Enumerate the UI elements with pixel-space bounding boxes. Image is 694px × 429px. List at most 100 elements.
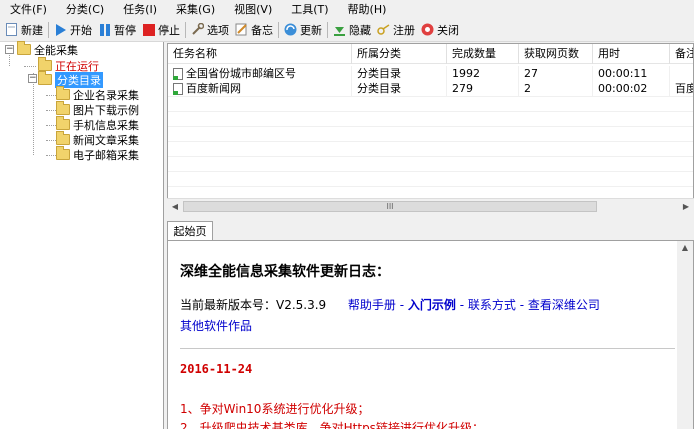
tree-node-root[interactable]: 全能采集 xyxy=(17,41,78,57)
other-software-link[interactable]: 其他软件作品 xyxy=(180,317,252,334)
scroll-thumb[interactable]: III xyxy=(183,201,597,212)
menu-view[interactable]: 视图(V) xyxy=(224,1,281,17)
tree-line xyxy=(46,95,56,96)
row-divider xyxy=(168,141,693,142)
column-header-pages[interactable]: 获取网页数 xyxy=(519,44,593,64)
notes-cell xyxy=(670,66,693,81)
scroll-right-arrow-icon[interactable]: ▶ xyxy=(678,199,694,215)
update-label: 更新 xyxy=(300,23,322,37)
toolbar-separator xyxy=(327,21,328,38)
start-button[interactable]: 开始 xyxy=(51,20,95,40)
column-header-category[interactable]: 所属分类 xyxy=(352,44,447,64)
tree-item-label: 图片下载示例 xyxy=(73,103,139,117)
divider xyxy=(180,348,675,349)
row-divider xyxy=(168,186,693,187)
stop-button[interactable]: 停止 xyxy=(139,20,183,40)
folder-icon xyxy=(56,146,70,160)
hide-label: 隐藏 xyxy=(349,23,371,37)
new-button[interactable]: 新建 xyxy=(2,20,46,40)
link-separator: - xyxy=(519,298,525,312)
task-name-cell: 百度新闻网 xyxy=(168,81,352,96)
row-divider xyxy=(168,111,693,112)
tree-item-enterprise[interactable]: 企业名录采集 xyxy=(56,86,139,102)
completed-cell: 279 xyxy=(447,81,519,96)
table-horizontal-scrollbar[interactable]: ◀ III ▶ xyxy=(167,198,694,214)
row-divider xyxy=(168,171,693,172)
menu-collect[interactable]: 采集(G) xyxy=(166,1,224,17)
tree-line xyxy=(46,110,56,111)
version-line: 当前最新版本号：V2.5.3.9 帮助手册 - 入门示例 - 联系方式 - 查看… xyxy=(180,296,600,313)
toolbar-separator xyxy=(185,21,186,38)
table-row[interactable]: 全国省份城市邮编区号 分类目录 1992 27 00:00:11 xyxy=(168,66,693,81)
update-button[interactable]: 更新 xyxy=(281,20,325,40)
task-name-cell: 全国省份城市邮编区号 xyxy=(168,66,352,81)
table-row[interactable]: 百度新闻网 分类目录 279 2 00:00:02 百度 xyxy=(168,81,693,96)
task-icon xyxy=(173,82,183,95)
pause-icon xyxy=(98,23,111,36)
scroll-left-arrow-icon[interactable]: ◀ xyxy=(167,199,183,215)
category-cell: 分类目录 xyxy=(352,66,447,81)
tree-item-label: 电子邮箱采集 xyxy=(73,148,139,162)
completed-cell: 1992 xyxy=(447,66,519,81)
panel-vertical-scrollbar[interactable]: ▲ xyxy=(677,241,693,429)
pause-button[interactable]: 暂停 xyxy=(95,20,139,40)
hide-button[interactable]: 隐藏 xyxy=(330,20,374,40)
getting-started-link[interactable]: 入门示例 xyxy=(408,298,456,312)
tree-item-mobile-info[interactable]: 手机信息采集 xyxy=(56,116,139,132)
tree-root-label: 全能采集 xyxy=(34,43,78,57)
scroll-up-arrow-icon[interactable]: ▲ xyxy=(677,243,693,252)
menu-file[interactable]: 文件(F) xyxy=(0,1,56,17)
collapse-category-toggle[interactable]: − xyxy=(28,74,37,83)
close-icon xyxy=(421,23,434,36)
memo-icon xyxy=(235,23,248,36)
tree-item-label: 手机信息采集 xyxy=(73,118,139,132)
row-divider xyxy=(168,156,693,157)
company-link[interactable]: 查看深维公司 xyxy=(528,298,600,312)
options-label: 选项 xyxy=(207,23,229,37)
notes-cell: 百度 xyxy=(670,81,693,96)
wrench-icon xyxy=(191,23,204,36)
collapse-root-toggle[interactable]: − xyxy=(5,45,14,54)
close-button[interactable]: 关闭 xyxy=(418,20,462,40)
column-header-task-name[interactable]: 任务名称 xyxy=(168,44,352,64)
pages-cell: 27 xyxy=(519,66,593,81)
column-header-time[interactable]: 用时 xyxy=(593,44,670,64)
tab-start-page[interactable]: 起始页 xyxy=(167,221,213,241)
register-button[interactable]: 注册 xyxy=(374,20,418,40)
toolbar-separator xyxy=(278,21,279,38)
tree-line xyxy=(46,155,56,156)
folder-icon xyxy=(38,71,52,85)
tree-item-image-download[interactable]: 图片下载示例 xyxy=(56,101,139,117)
link-separator: - xyxy=(399,298,405,312)
stop-icon xyxy=(142,23,155,36)
table-header: 任务名称 所属分类 完成数量 获取网页数 用时 备注 xyxy=(168,44,693,64)
time-cell: 00:00:11 xyxy=(593,66,670,81)
menu-help[interactable]: 帮助(H) xyxy=(338,1,396,17)
column-header-completed[interactable]: 完成数量 xyxy=(447,44,519,64)
column-header-notes[interactable]: 备注 xyxy=(670,44,693,64)
pause-label: 暂停 xyxy=(114,23,136,37)
memo-button[interactable]: 备忘 xyxy=(232,20,276,40)
task-table: 任务名称 所属分类 完成数量 获取网页数 用时 备注 全国省份城市邮编区号 分类… xyxy=(167,43,694,213)
menu-task[interactable]: 任务(I) xyxy=(113,1,166,17)
start-page-panel: 深维全能信息采集软件更新日志： 当前最新版本号：V2.5.3.9 帮助手册 - … xyxy=(167,240,694,429)
folder-icon xyxy=(56,86,70,100)
contact-link[interactable]: 联系方式 xyxy=(468,298,516,312)
help-manual-link[interactable]: 帮助手册 xyxy=(348,298,396,312)
folder-icon xyxy=(56,101,70,115)
folder-icon xyxy=(56,116,70,130)
menu-tools[interactable]: 工具(T) xyxy=(281,1,337,17)
row-divider xyxy=(168,126,693,127)
scroll-thumb-grip: III xyxy=(386,202,394,211)
tree-node-category[interactable]: 分类目录 xyxy=(38,71,103,88)
menu-category[interactable]: 分类(C) xyxy=(56,1,113,17)
task-name: 全国省份城市邮编区号 xyxy=(186,67,296,80)
tree-item-news[interactable]: 新闻文章采集 xyxy=(56,131,139,147)
tree-item-label: 企业名录采集 xyxy=(73,88,139,102)
version-label: 当前最新版本号：V2.5.3.9 xyxy=(180,298,327,312)
tree-line xyxy=(9,52,10,66)
category-tree: − 全能采集 正在运行 − 分类目录 企业名录采集 图片下载示例 手机信息采集 … xyxy=(0,41,164,429)
category-cell: 分类目录 xyxy=(352,81,447,96)
options-button[interactable]: 选项 xyxy=(188,20,232,40)
tree-item-email[interactable]: 电子邮箱采集 xyxy=(56,146,139,162)
